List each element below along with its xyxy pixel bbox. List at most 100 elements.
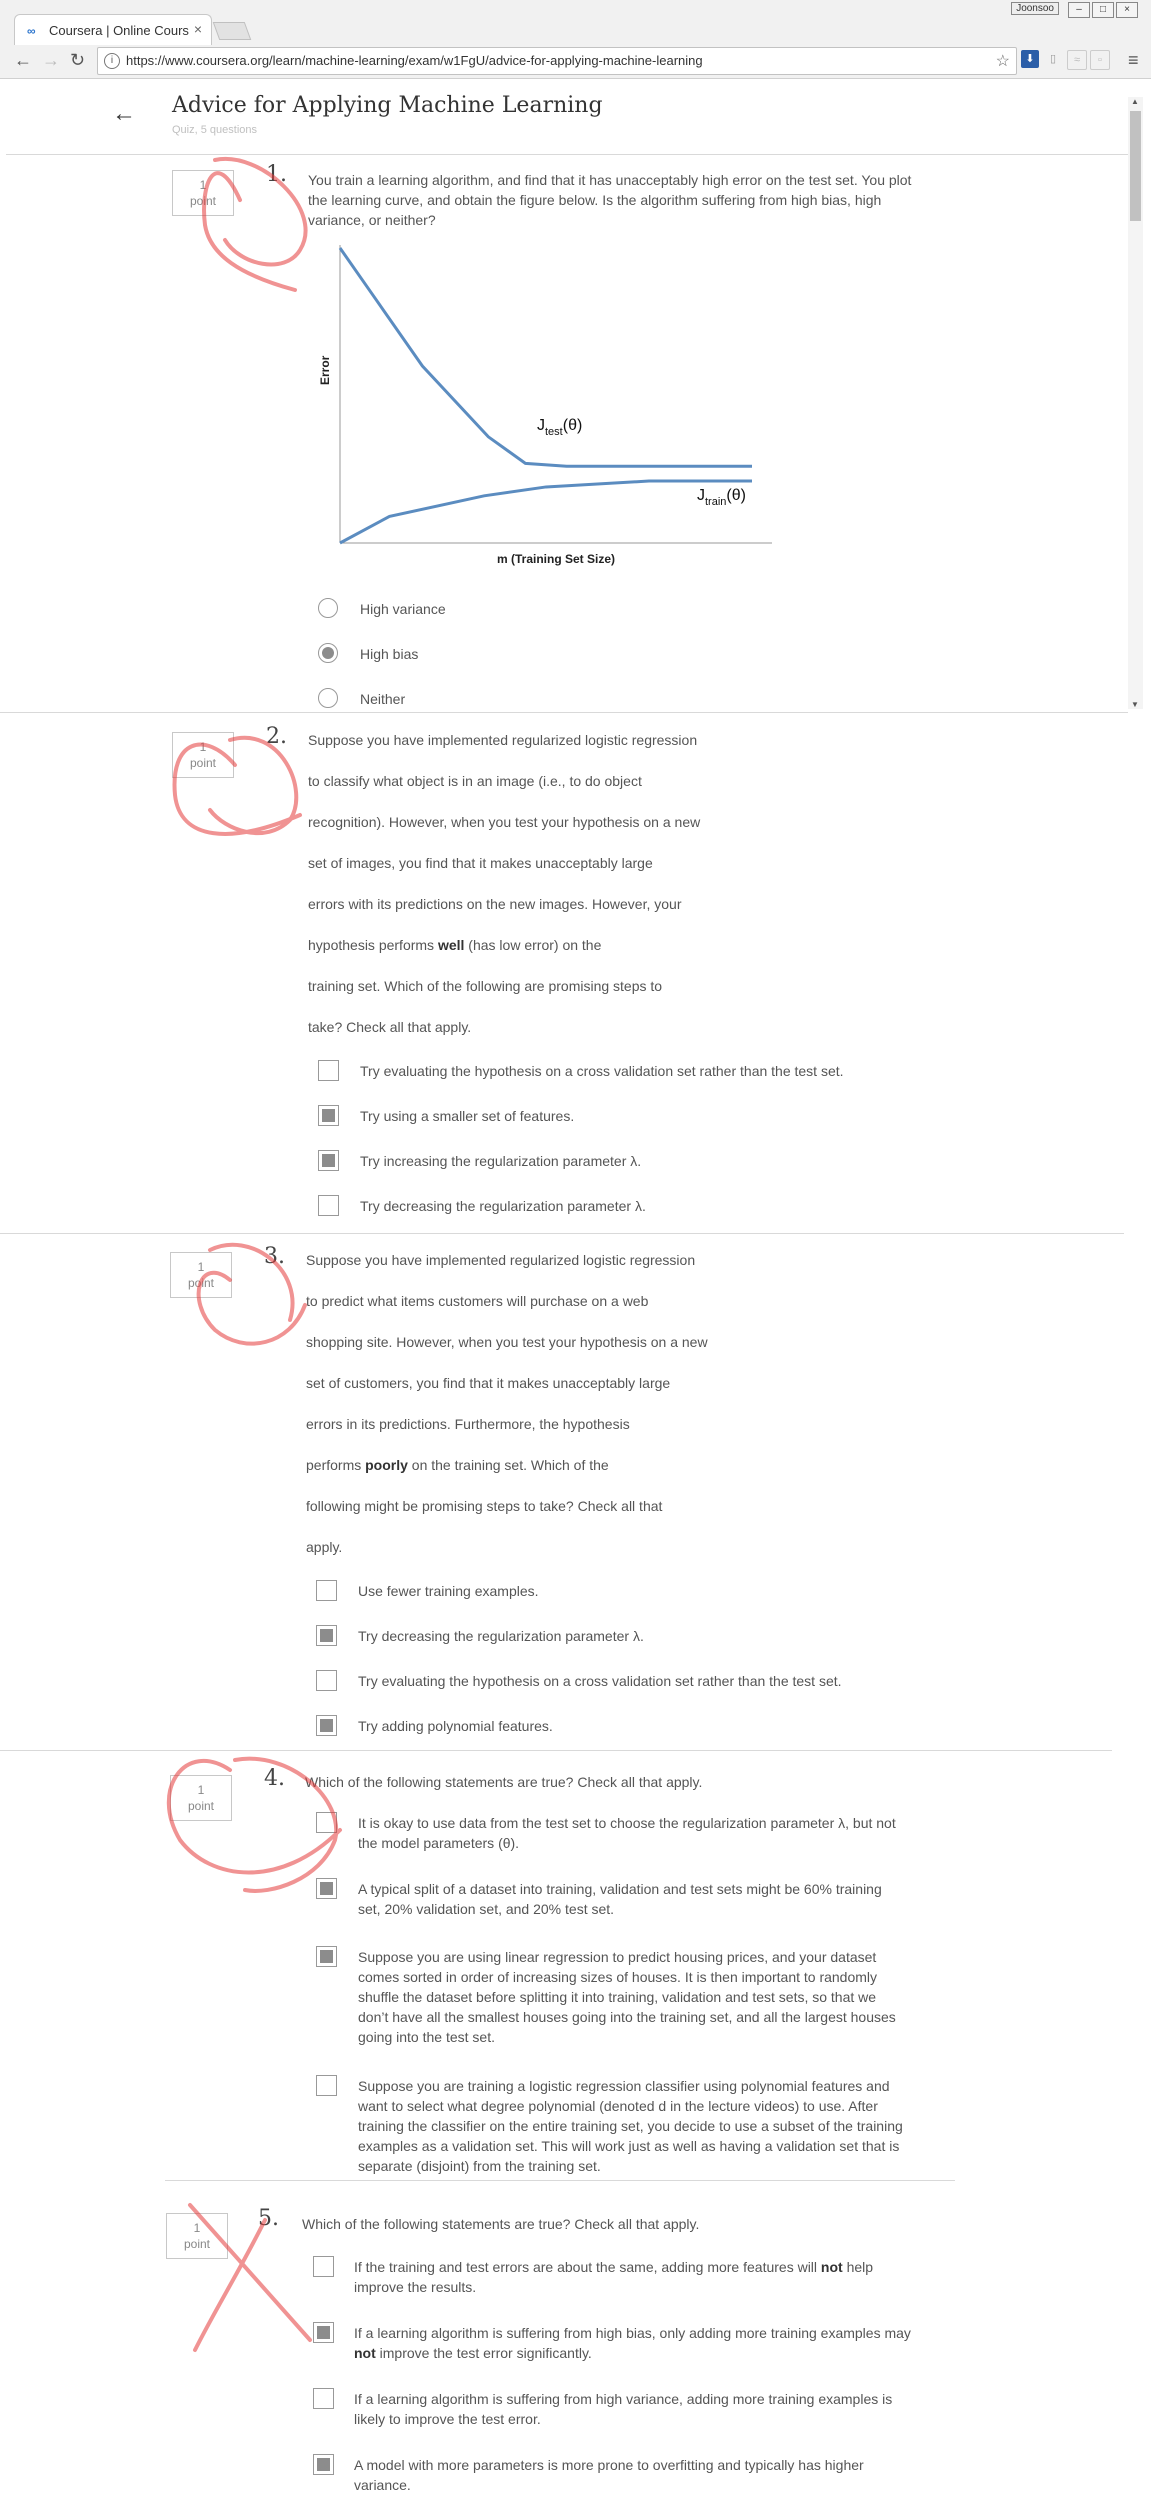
- q3-text-line: following might be promising steps to ta…: [306, 1498, 663, 1514]
- q2-text-line: set of images, you find that it makes un…: [308, 855, 653, 871]
- extension-gray-icon[interactable]: ▯: [1044, 50, 1062, 68]
- info-icon[interactable]: i: [104, 53, 120, 69]
- q5-option-3-check[interactable]: [313, 2388, 334, 2409]
- back-nav-icon[interactable]: ←: [14, 50, 32, 71]
- q2-option-4-label[interactable]: Try decreasing the regularization parame…: [360, 1196, 980, 1216]
- q2-text-line: take? Check all that apply.: [308, 1019, 472, 1035]
- page-title: Advice for Applying Machine Learning: [172, 93, 603, 118]
- q2-option-4-check[interactable]: [318, 1195, 339, 1216]
- q4-option-2-label[interactable]: A typical split of a dataset into traini…: [358, 1879, 908, 1919]
- scroll-down-icon[interactable]: ▼: [1131, 700, 1139, 709]
- close-window-icon[interactable]: ×: [1116, 2, 1138, 18]
- q1-option-2-label[interactable]: High bias: [360, 644, 960, 664]
- q3-divider: [0, 1750, 1112, 1751]
- q3-text-line: errors in its predictions. Furthermore, …: [306, 1416, 630, 1432]
- q2-option-2-check[interactable]: [318, 1105, 339, 1126]
- q4-option-1-check[interactable]: [316, 1812, 337, 1833]
- back-arrow-icon[interactable]: ←: [112, 100, 136, 128]
- q3-number: 3.: [264, 1244, 285, 1269]
- q3-text-line: apply.: [306, 1539, 343, 1555]
- page-scrollbar[interactable]: ▲ ▼: [1128, 97, 1143, 709]
- minimize-icon[interactable]: –: [1068, 2, 1090, 18]
- reload-icon[interactable]: ↻: [70, 50, 85, 71]
- q5-option-2-label[interactable]: If a learning algorithm is suffering fro…: [354, 2323, 914, 2363]
- scroll-up-icon[interactable]: ▲: [1131, 97, 1139, 106]
- q5-option-4-check[interactable]: [313, 2454, 334, 2475]
- scroll-thumb[interactable]: [1130, 111, 1141, 221]
- q5-option-3-label[interactable]: If a learning algorithm is suffering fro…: [354, 2389, 914, 2429]
- q4-option-4-check[interactable]: [316, 2075, 337, 2096]
- q2-option-2-label[interactable]: Try using a smaller set of features.: [360, 1106, 980, 1126]
- q4-option-3-check[interactable]: [316, 1946, 337, 1967]
- q2-option-3-label[interactable]: Try increasing the regularization parame…: [360, 1151, 980, 1171]
- point-unit: point: [189, 756, 217, 770]
- q2-text-line: to classify what object is in an image (…: [308, 773, 642, 789]
- q3-option-4-label[interactable]: Try adding polynomial features.: [358, 1716, 978, 1736]
- extension-box-icon[interactable]: ▫: [1090, 50, 1110, 70]
- q2-option-1-check[interactable]: [318, 1060, 339, 1081]
- extension-download-icon[interactable]: ⬇: [1021, 50, 1039, 68]
- q4-number: 4.: [264, 1766, 285, 1791]
- x-axis-label: m (Training Set Size): [497, 552, 615, 566]
- browser-tab[interactable]: ∞ Coursera | Online Course ×: [14, 14, 212, 45]
- q3-option-2-check[interactable]: [316, 1625, 337, 1646]
- q5-number: 5.: [258, 2206, 279, 2231]
- q5-text: Which of the following statements are tr…: [302, 2216, 700, 2232]
- point-value: 1: [193, 2221, 201, 2235]
- q4-option-4-label[interactable]: Suppose you are training a logistic regr…: [358, 2076, 908, 2176]
- bookmark-star-icon[interactable]: ☆: [996, 51, 1010, 71]
- learning-curve-chart: Error m (Training Set Size) Jtest(θ) Jtrain…: [318, 245, 772, 566]
- browser-menu-icon[interactable]: ≡: [1128, 50, 1139, 71]
- q1-option-2-radio[interactable]: [318, 643, 338, 663]
- q5-option-4-label[interactable]: A model with more parameters is more pro…: [354, 2455, 914, 2495]
- q3-option-2-label[interactable]: Try decreasing the regularization parame…: [358, 1626, 978, 1646]
- url-text[interactable]: https://www.coursera.org/learn/machine-l…: [126, 53, 703, 68]
- q3-option-3-check[interactable]: [316, 1670, 337, 1691]
- q3-option-4-check[interactable]: [316, 1715, 337, 1736]
- q5-option-1-check[interactable]: [313, 2256, 334, 2277]
- q4-point-box: 1 point: [170, 1775, 232, 1821]
- maximize-icon[interactable]: □: [1092, 2, 1114, 18]
- q3-point-box: 1 point: [170, 1252, 232, 1298]
- q3-option-1-label[interactable]: Use fewer training examples.: [358, 1581, 978, 1601]
- forward-nav-icon[interactable]: →: [42, 50, 60, 71]
- q1-divider: [0, 712, 1128, 713]
- extension-rss-icon[interactable]: ≈: [1067, 50, 1087, 70]
- q1-option-1-radio[interactable]: [318, 598, 338, 618]
- q2-text-line: errors with its predictions on the new i…: [308, 896, 682, 912]
- q2-number: 2.: [266, 724, 287, 749]
- point-value: 1: [197, 1783, 205, 1797]
- q4-option-1-label[interactable]: It is okay to use data from the test set…: [358, 1813, 908, 1853]
- q5-option-1-label[interactable]: If the training and test errors are abou…: [354, 2257, 914, 2297]
- train-curve-label: Jtrain(θ): [697, 487, 746, 508]
- tab-title: Coursera | Online Course: [49, 23, 189, 38]
- q2-option-3-check[interactable]: [318, 1150, 339, 1171]
- q4-text: Which of the following statements are tr…: [305, 1774, 703, 1790]
- point-value: 1: [199, 740, 207, 754]
- new-tab-button[interactable]: [212, 22, 252, 40]
- q2-point-box: 1 point: [172, 732, 234, 778]
- q3-text-line: set of customers, you find that it makes…: [306, 1375, 671, 1391]
- q2-text-line: Suppose you have implemented regularized…: [308, 732, 698, 748]
- q2-option-1-label[interactable]: Try evaluating the hypothesis on a cross…: [360, 1061, 980, 1081]
- q4-option-3-label[interactable]: Suppose you are using linear regression …: [358, 1947, 908, 2047]
- q1-option-3-radio[interactable]: [318, 688, 338, 708]
- point-value: 1: [197, 1260, 205, 1274]
- q2-text-line: training set. Which of the following are…: [308, 978, 663, 994]
- q1-option-1-label[interactable]: High variance: [360, 599, 960, 619]
- q4-option-2-check[interactable]: [316, 1878, 337, 1899]
- q3-option-3-label[interactable]: Try evaluating the hypothesis on a cross…: [358, 1671, 978, 1691]
- test-curve-label: Jtest(θ): [537, 417, 582, 438]
- q1-option-3-label[interactable]: Neither: [360, 689, 960, 709]
- q1-number: 1.: [266, 162, 287, 187]
- q5-option-2-check[interactable]: [313, 2322, 334, 2343]
- q1-point-box: 1 point: [172, 170, 234, 216]
- q3-option-1-check[interactable]: [316, 1580, 337, 1601]
- page-subtitle: Quiz, 5 questions: [172, 124, 257, 136]
- q3-text-line: Suppose you have implemented regularized…: [306, 1252, 696, 1268]
- tab-close-icon[interactable]: ×: [194, 21, 202, 37]
- q3-text-line: shopping site. However, when you test yo…: [306, 1334, 708, 1350]
- q2-divider: [0, 1233, 1124, 1234]
- address-bar[interactable]: i https://www.coursera.org/learn/machine…: [97, 47, 1017, 75]
- browser-chrome: ∞ Coursera | Online Course × Joonsoo – □…: [0, 0, 1151, 79]
